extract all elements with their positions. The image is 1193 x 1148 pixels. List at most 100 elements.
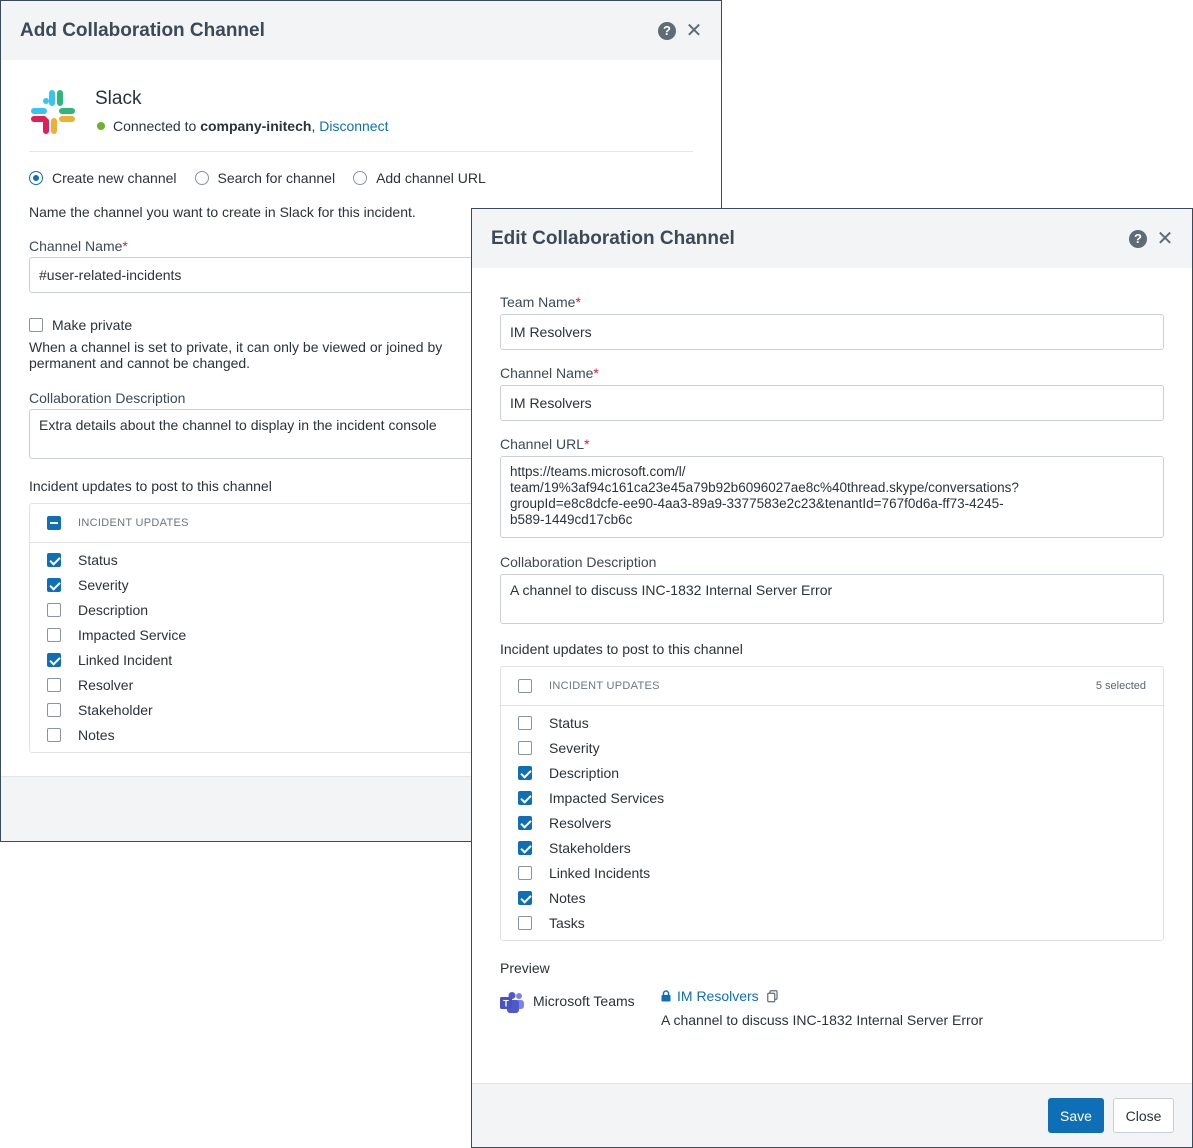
make-private-label: Make private xyxy=(52,317,133,333)
add-update-label: Resolver xyxy=(78,676,134,693)
add-select-all-checkbox[interactable] xyxy=(47,516,61,530)
radio-search[interactable]: Search for channel xyxy=(194,170,336,186)
edit-update-label: Severity xyxy=(549,739,600,756)
add-modal-title: Add Collaboration Channel xyxy=(20,19,265,41)
edit-update-checkbox[interactable] xyxy=(518,815,532,830)
close-icon[interactable]: ✕ xyxy=(1156,228,1174,250)
slack-connection-info: Slack Connected to company-initech, Disc… xyxy=(29,60,693,152)
preview-card: T Microsoft Teams IM Resolvers A channel… xyxy=(500,988,1164,1048)
add-update-checkbox[interactable] xyxy=(47,577,61,592)
edit-update-row[interactable]: Stakeholders xyxy=(501,835,1163,860)
make-private-checkbox[interactable] xyxy=(29,318,43,332)
edit-modal-header: Edit Collaboration Channel ? ✕ xyxy=(472,209,1192,268)
edit-update-label: Resolvers xyxy=(549,814,612,831)
channel-mode-radios: Create new channel Search for channel Ad… xyxy=(29,152,693,204)
edit-update-checkbox[interactable] xyxy=(518,790,532,805)
edit-update-checkbox[interactable] xyxy=(518,740,532,755)
add-update-label: Linked Incident xyxy=(78,651,173,668)
edit-update-row[interactable]: Tasks xyxy=(501,910,1163,935)
preview-description: A channel to discuss INC-1832 Internal S… xyxy=(661,1012,984,1028)
selected-count: 5 selected xyxy=(1095,680,1146,692)
connected-prefix: Connected to xyxy=(113,118,197,134)
lock-icon xyxy=(661,990,671,1002)
edit-update-row[interactable]: Status xyxy=(501,710,1163,735)
edit-update-checkbox[interactable] xyxy=(518,840,532,855)
edit-description-label: Collaboration Description xyxy=(500,554,657,570)
add-update-checkbox[interactable] xyxy=(47,727,61,742)
edit-update-row[interactable]: Description xyxy=(501,760,1163,785)
add-update-label: Impacted Service xyxy=(78,626,187,643)
team-name-label: Team Name* xyxy=(500,294,581,310)
edit-select-all-checkbox[interactable] xyxy=(518,679,532,693)
add-update-checkbox[interactable] xyxy=(47,552,61,567)
add-update-checkbox[interactable] xyxy=(47,677,61,692)
radio-create-new-button[interactable] xyxy=(29,171,43,185)
add-update-label: Description xyxy=(78,601,149,618)
edit-description-textarea[interactable]: A channel to discuss INC-1832 Internal S… xyxy=(500,574,1164,624)
connection-separator: , xyxy=(311,118,316,134)
status-dot-icon xyxy=(97,122,105,130)
radio-add-url-label: Add channel URL xyxy=(376,170,486,186)
edit-channel-name-label: Channel Name* xyxy=(500,365,599,381)
add-update-checkbox[interactable] xyxy=(47,602,61,617)
radio-add-url-button[interactable] xyxy=(353,171,368,185)
edit-update-checkbox[interactable] xyxy=(518,765,532,780)
edit-updates-header-label: INCIDENT UPDATES xyxy=(549,680,660,692)
edit-modal-body: Team Name* Channel Name* Channel URL* ht… xyxy=(472,294,1192,1048)
channel-url-textarea[interactable]: https://teams.microsoft.com/l/ team/19%3… xyxy=(500,456,1164,538)
edit-update-label: Stakeholders xyxy=(549,839,631,856)
microsoft-teams-icon: T xyxy=(500,992,524,1013)
edit-update-checkbox[interactable] xyxy=(518,890,532,905)
edit-update-row[interactable]: Resolvers xyxy=(501,810,1163,835)
add-update-label: Severity xyxy=(78,576,129,593)
copy-icon[interactable] xyxy=(766,989,778,1003)
close-button[interactable]: Close xyxy=(1113,1098,1174,1133)
add-update-checkbox[interactable] xyxy=(47,702,61,717)
edit-update-checkbox[interactable] xyxy=(518,915,532,930)
add-update-label: Status xyxy=(78,551,118,568)
team-name-input[interactable] xyxy=(500,314,1164,350)
radio-search-button[interactable] xyxy=(194,171,209,185)
edit-updates-label: Incident updates to post to this channel xyxy=(500,641,743,657)
edit-updates-header: INCIDENT UPDATES 5 selected xyxy=(501,667,1163,706)
radio-add-url[interactable]: Add channel URL xyxy=(353,170,486,186)
help-icon[interactable]: ? xyxy=(1129,229,1147,248)
edit-collaboration-modal: Edit Collaboration Channel ? ✕ Team Name… xyxy=(471,208,1193,1148)
edit-update-row[interactable]: Severity xyxy=(501,735,1163,760)
close-icon[interactable]: ✕ xyxy=(685,20,703,42)
edit-update-row[interactable]: Linked Incidents xyxy=(501,860,1163,885)
radio-create-new[interactable]: Create new channel xyxy=(29,170,177,186)
add-update-checkbox[interactable] xyxy=(47,652,61,667)
edit-channel-name-input[interactable] xyxy=(500,385,1164,421)
edit-update-row[interactable]: Impacted Services xyxy=(501,785,1163,810)
slack-app-name: Slack xyxy=(95,88,142,109)
connection-status: Connected to company-initech, Disconnect xyxy=(97,118,388,134)
save-button[interactable]: Save xyxy=(1048,1098,1104,1133)
edit-update-label: Status xyxy=(549,714,589,731)
preview-channel-link[interactable]: IM Resolvers xyxy=(677,988,759,1004)
add-modal-header: Add Collaboration Channel ? ✕ xyxy=(1,1,721,60)
radio-search-label: Search for channel xyxy=(217,170,336,186)
edit-update-label: Description xyxy=(549,764,620,781)
svg-text:T: T xyxy=(503,999,509,1009)
add-update-label: Stakeholder xyxy=(78,701,153,718)
edit-modal-title: Edit Collaboration Channel xyxy=(491,227,735,249)
edit-update-label: Notes xyxy=(549,889,586,906)
edit-updates-table: INCIDENT UPDATES 5 selected Status Severi… xyxy=(500,666,1164,941)
channel-url-label: Channel URL* xyxy=(500,436,590,452)
preview-channel: IM Resolvers xyxy=(661,988,778,1004)
edit-update-checkbox[interactable] xyxy=(518,865,532,880)
edit-update-label: Impacted Services xyxy=(549,789,665,806)
add-update-checkbox[interactable] xyxy=(47,627,61,642)
edit-update-label: Linked Incidents xyxy=(549,864,651,881)
edit-update-row[interactable]: Notes xyxy=(501,885,1163,910)
edit-updates-list: Status Severity Description Impacted Servic… xyxy=(501,706,1163,940)
slack-logo-icon xyxy=(31,90,75,134)
radio-create-new-label: Create new channel xyxy=(52,170,177,186)
help-icon[interactable]: ? xyxy=(658,21,676,40)
edit-update-checkbox[interactable] xyxy=(518,715,532,730)
workspace-name: company-initech xyxy=(200,118,312,134)
disconnect-link[interactable]: Disconnect xyxy=(319,118,388,134)
edit-modal-footer: Save Close xyxy=(472,1083,1192,1147)
preview-label: Preview xyxy=(500,960,550,976)
